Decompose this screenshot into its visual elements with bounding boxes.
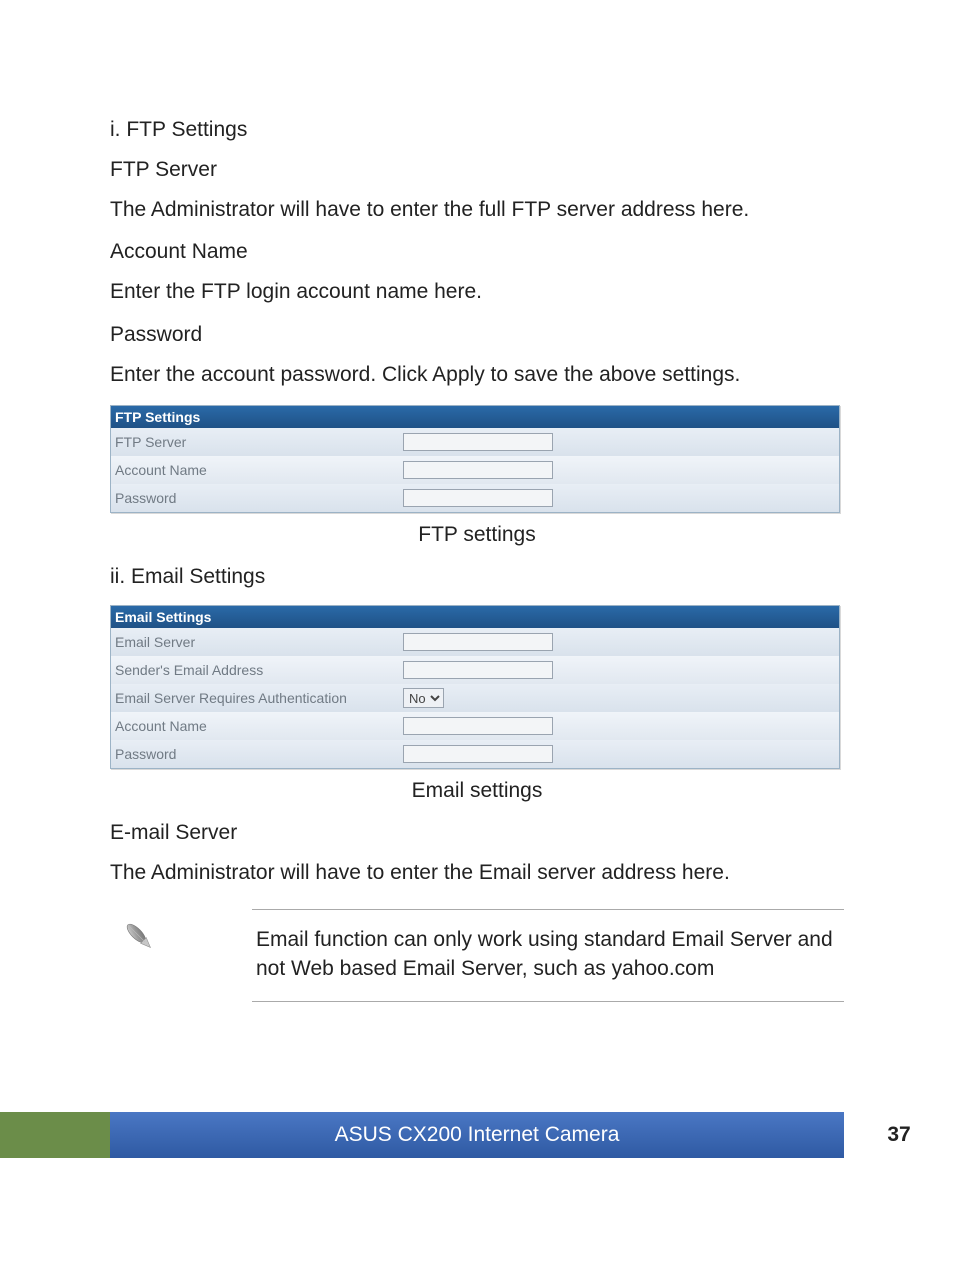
caption-email: Email settings xyxy=(110,779,844,803)
text-password-desc: Enter the account password. Click Apply … xyxy=(110,361,844,389)
email-auth-label: Email Server Requires Authentication xyxy=(111,690,401,706)
email-row-account: Account Name xyxy=(111,712,839,740)
email-sender-input[interactable] xyxy=(403,661,553,679)
ftp-account-label: Account Name xyxy=(111,462,401,478)
email-server-label: Email Server xyxy=(111,634,401,650)
email-server-input[interactable] xyxy=(403,633,553,651)
email-row-password: Password xyxy=(111,740,839,768)
ftp-server-label: FTP Server xyxy=(111,434,401,450)
footer-title: ASUS CX200 Internet Camera xyxy=(110,1112,844,1158)
email-panel-header: Email Settings xyxy=(111,606,839,628)
email-password-label: Password xyxy=(111,746,401,762)
footer-accent xyxy=(0,1112,110,1158)
email-account-input[interactable] xyxy=(403,717,553,735)
email-account-label: Account Name xyxy=(111,718,401,734)
email-row-auth: Email Server Requires Authentication No xyxy=(111,684,839,712)
text-account-name-desc: Enter the FTP login account name here. xyxy=(110,278,844,306)
caption-ftp: FTP settings xyxy=(110,523,844,547)
ftp-row-account: Account Name xyxy=(111,456,839,484)
ftp-password-label: Password xyxy=(111,490,401,506)
heading-account-name: Account Name xyxy=(110,240,844,264)
email-settings-panel: Email Settings Email Server Sender's Ema… xyxy=(110,605,840,769)
pen-icon xyxy=(120,909,168,961)
ftp-password-input[interactable] xyxy=(403,489,553,507)
page-footer: ASUS CX200 Internet Camera 37 xyxy=(0,1112,954,1158)
email-row-sender: Sender's Email Address xyxy=(111,656,839,684)
heading-email-server: E-mail Server xyxy=(110,821,844,845)
heading-password: Password xyxy=(110,323,844,347)
ftp-account-input[interactable] xyxy=(403,461,553,479)
heading-ftp-settings: i. FTP Settings xyxy=(110,118,844,142)
heading-ftp-server: FTP Server xyxy=(110,158,844,182)
email-auth-select[interactable]: No xyxy=(403,688,444,708)
email-sender-label: Sender's Email Address xyxy=(111,662,401,678)
footer-page-number: 37 xyxy=(844,1112,954,1158)
ftp-panel-header: FTP Settings xyxy=(111,406,839,428)
email-row-server: Email Server xyxy=(111,628,839,656)
heading-email-settings: ii. Email Settings xyxy=(110,565,844,589)
text-ftp-server-desc: The Administrator will have to enter the… xyxy=(110,196,844,224)
note-block: Email function can only work using stand… xyxy=(110,909,844,1002)
note-text: Email function can only work using stand… xyxy=(252,909,844,1002)
ftp-row-server: FTP Server xyxy=(111,428,839,456)
email-password-input[interactable] xyxy=(403,745,553,763)
ftp-settings-panel: FTP Settings FTP Server Account Name Pas… xyxy=(110,405,840,513)
ftp-row-password: Password xyxy=(111,484,839,512)
ftp-server-input[interactable] xyxy=(403,433,553,451)
text-email-server-desc: The Administrator will have to enter the… xyxy=(110,859,844,887)
